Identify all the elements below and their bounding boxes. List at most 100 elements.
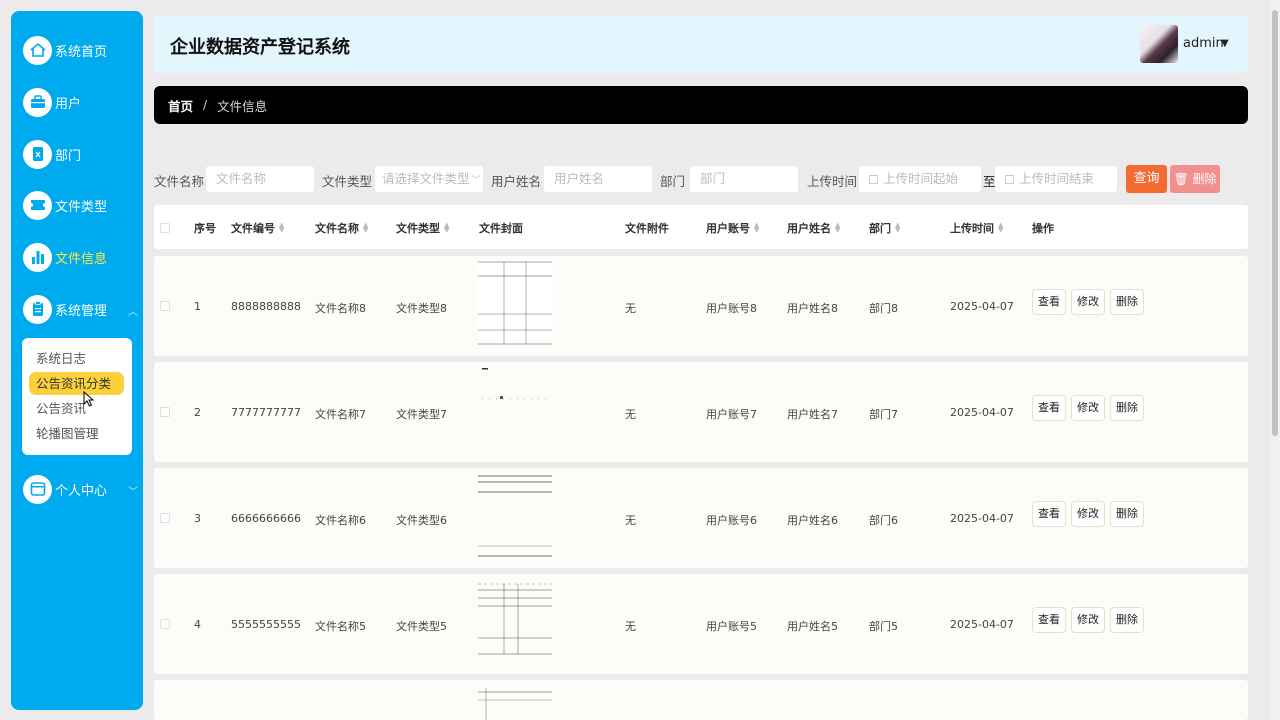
cell-index: 4 xyxy=(194,618,201,631)
view-button[interactable]: 查看 xyxy=(1032,607,1066,633)
system-admin-submenu: 系统日志 公告资讯分类 公告资讯 轮播图管理 xyxy=(22,338,132,455)
view-button[interactable]: 查看 xyxy=(1032,289,1066,315)
avatar[interactable] xyxy=(1140,25,1178,63)
sidebar-item-label: 系统管理 xyxy=(55,303,108,319)
sidebar-item-users[interactable]: 用户 xyxy=(23,85,138,119)
select-all-checkbox[interactable] xyxy=(160,223,170,233)
upload-time-label: 上传时间 xyxy=(807,174,858,189)
batch-delete-button[interactable]: 🗑 删除 xyxy=(1170,165,1220,193)
column-header-name[interactable]: 文件名称 ▲ ▼ xyxy=(315,220,368,236)
query-button[interactable]: 查询 xyxy=(1126,165,1167,193)
sidebar-item-label: 系统首页 xyxy=(55,44,108,60)
edit-button[interactable]: 修改 xyxy=(1071,607,1105,633)
delete-button[interactable]: 删除 xyxy=(1110,501,1144,527)
column-header-dept[interactable]: 部门 ▲ ▼ xyxy=(869,220,900,236)
cover-thumbnail[interactable] xyxy=(478,472,552,558)
cover-thumbnail[interactable] xyxy=(478,366,552,452)
cell-date: 2025-04-07 xyxy=(950,406,1014,419)
sort-icon[interactable]: ▲ ▼ xyxy=(998,222,1003,234)
table-row: 3 6666666666 文件名称6 文件类型6 无 用户账号6 用户姓名6 部… xyxy=(154,468,1248,568)
cover-thumbnail[interactable] xyxy=(478,260,552,346)
cell-name: 文件名称5 xyxy=(315,620,366,633)
view-button[interactable]: 查看 xyxy=(1032,501,1066,527)
sidebar-item-label: 文件类型 xyxy=(55,199,108,215)
sidebar-item-home[interactable]: 系统首页 xyxy=(23,33,138,67)
edit-button[interactable]: 修改 xyxy=(1071,289,1105,315)
scrollbar-thumb[interactable] xyxy=(1272,10,1278,436)
sidebar-item-file-info[interactable]: 文件信息 xyxy=(23,240,138,274)
column-header-actions: 操作 xyxy=(1032,222,1054,235)
upload-end-input[interactable]: 上传时间结束 xyxy=(995,166,1117,192)
sort-icon[interactable]: ▲ ▼ xyxy=(444,222,449,234)
table-row: 2 7777777777 文件名称7 文件类型7 无 用户账号7 用户姓名7 部… xyxy=(154,362,1248,462)
calendar-icon xyxy=(869,175,878,184)
top-header: 企业数据资产登记系统 admin ▼ xyxy=(154,16,1248,73)
sort-icon[interactable]: ▲ ▼ xyxy=(363,222,368,234)
cell-user: 用户姓名7 xyxy=(787,408,838,421)
clipboard-icon xyxy=(23,294,52,324)
submenu-item-notice[interactable]: 公告资讯 xyxy=(29,397,124,420)
edit-button[interactable]: 修改 xyxy=(1071,501,1105,527)
user-name-placeholder: 用户姓名 xyxy=(554,171,605,186)
sort-icon[interactable]: ▲ ▼ xyxy=(835,222,840,234)
sidebar: 系统首页 用户 部门 文件类型 文件信息 系统管理 ︿ 系统日志 公告资讯分类 … xyxy=(11,11,143,710)
column-header-type[interactable]: 文件类型 ▲ ▼ xyxy=(396,220,449,236)
column-header-cover: 文件封面 xyxy=(479,222,523,235)
cover-thumbnail[interactable] xyxy=(478,684,552,720)
column-header-date[interactable]: 上传时间 ▲ ▼ xyxy=(950,220,1003,236)
cell-type: 文件类型8 xyxy=(396,302,447,315)
cell-type: 文件类型6 xyxy=(396,514,447,527)
delete-button[interactable]: 删除 xyxy=(1110,607,1144,633)
upload-start-input[interactable]: 上传时间起始 xyxy=(859,166,981,192)
sidebar-item-label: 文件信息 xyxy=(55,251,108,267)
column-header-account[interactable]: 用户账号 ▲ ▼ xyxy=(706,220,759,236)
sidebar-item-profile[interactable]: 个人中心 ﹀ xyxy=(23,472,138,506)
column-header-code[interactable]: 文件编号 ▲ ▼ xyxy=(231,220,284,236)
delete-button[interactable]: 删除 xyxy=(1110,395,1144,421)
table-row: 4 5555555555 文件名称5 文件类型5 无 用户账号5 用户姓名5 部… xyxy=(154,574,1248,674)
cell-date: 2025-04-07 xyxy=(950,300,1014,313)
sidebar-item-file-type[interactable]: 文件类型 xyxy=(23,188,138,222)
table-header: 序号 文件编号 ▲ ▼ 文件名称 ▲ ▼ 文件类型 ▲ ▼ 文件封面 文件附件 用户账号 ▲ ▼… xyxy=(154,205,1248,249)
sort-icon[interactable]: ▲ ▼ xyxy=(895,222,900,234)
submenu-item-carousel[interactable]: 轮播图管理 xyxy=(29,422,124,445)
submenu-item-system-log[interactable]: 系统日志 xyxy=(29,347,124,370)
file-type-select[interactable]: 请选择文件类型 ﹀ xyxy=(375,166,483,192)
sidebar-item-department[interactable]: 部门 xyxy=(23,137,138,171)
sidebar-item-label: 个人中心 xyxy=(55,483,108,499)
upload-end-placeholder: 上传时间结束 xyxy=(1019,171,1095,186)
caret-down-icon[interactable]: ▼ xyxy=(1221,38,1229,49)
column-header-index: 序号 xyxy=(194,222,216,235)
dept-input[interactable]: 部门 xyxy=(690,166,798,192)
submenu-item-notice-category[interactable]: 公告资讯分类 xyxy=(29,372,124,395)
sort-icon[interactable]: ▲ ▼ xyxy=(279,222,284,234)
window-icon xyxy=(23,474,52,504)
edit-button[interactable]: 修改 xyxy=(1071,395,1105,421)
cell-index: 1 xyxy=(194,300,201,313)
cell-name: 文件名称7 xyxy=(315,408,366,421)
sort-icon[interactable]: ▲ ▼ xyxy=(754,222,759,234)
user-name-input[interactable]: 用户姓名 xyxy=(544,166,652,192)
row-checkbox[interactable] xyxy=(160,513,170,523)
column-header-label: 文件编号 xyxy=(231,222,275,235)
breadcrumb: 首页 / 文件信息 xyxy=(154,86,1248,124)
cell-date: 2025-04-07 xyxy=(950,618,1014,631)
cell-code: 7777777777 xyxy=(231,406,301,419)
row-checkbox[interactable] xyxy=(160,619,170,629)
row-checkbox[interactable] xyxy=(160,407,170,417)
file-name-input[interactable]: 文件名称 xyxy=(206,166,314,192)
breadcrumb-home[interactable]: 首页 xyxy=(168,96,193,115)
column-header-user[interactable]: 用户姓名 ▲ ▼ xyxy=(787,220,840,236)
view-button[interactable]: 查看 xyxy=(1032,395,1066,421)
cell-attachment: 无 xyxy=(625,302,636,315)
column-header-label: 文件类型 xyxy=(396,222,440,235)
sidebar-item-label: 部门 xyxy=(55,148,82,164)
row-checkbox[interactable] xyxy=(160,301,170,311)
table-row xyxy=(154,680,1248,720)
user-name[interactable]: admin xyxy=(1183,36,1224,51)
sidebar-item-system-admin[interactable]: 系统管理 ︿ xyxy=(23,292,138,326)
delete-button[interactable]: 删除 xyxy=(1110,289,1144,315)
chevron-up-icon: ︿ xyxy=(128,307,138,318)
cover-thumbnail[interactable] xyxy=(478,578,552,664)
column-header-label: 用户账号 xyxy=(706,222,750,235)
